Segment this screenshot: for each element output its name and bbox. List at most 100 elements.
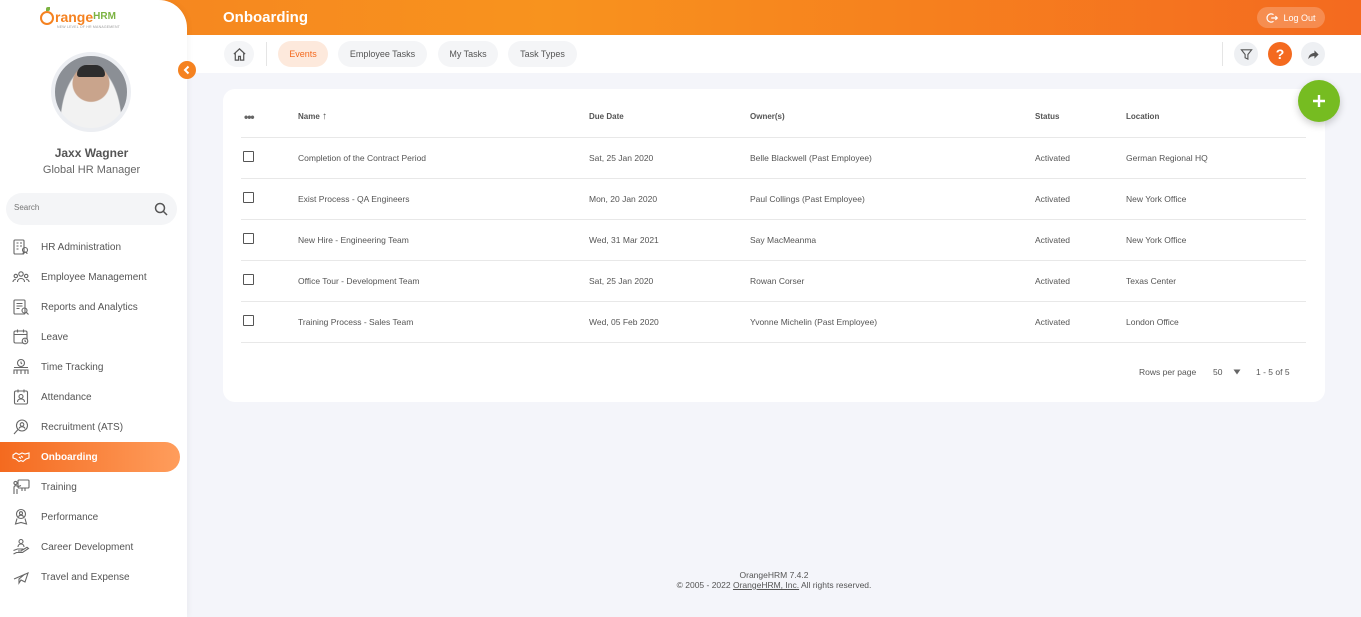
help-button[interactable]: ? bbox=[1268, 42, 1292, 66]
sidebar-item-label: Training bbox=[41, 481, 77, 493]
cell-name: Exist Process - QA Engineers bbox=[298, 178, 589, 220]
row-checkbox[interactable] bbox=[243, 192, 254, 203]
subnav-divider bbox=[1222, 42, 1223, 66]
rows-per-page-label: Rows per page bbox=[1139, 367, 1197, 377]
sidebar-item-label: Onboarding bbox=[41, 451, 98, 463]
attendance-icon bbox=[13, 389, 29, 405]
table-row[interactable]: Completion of the Contract Period Sat, 2… bbox=[241, 137, 1306, 179]
column-header-location[interactable]: Location bbox=[1126, 97, 1306, 138]
tab-employee-tasks[interactable]: Employee Tasks bbox=[338, 41, 427, 67]
sidebar-item-training[interactable]: Training bbox=[0, 472, 187, 502]
cell-due-date: Wed, 05 Feb 2020 bbox=[589, 301, 750, 343]
performance-icon bbox=[14, 508, 28, 525]
avatar[interactable] bbox=[51, 52, 131, 132]
column-header-owners[interactable]: Owner(s) bbox=[750, 97, 1035, 138]
table-row[interactable]: Training Process - Sales Team Wed, 05 Fe… bbox=[241, 301, 1306, 343]
sidebar-item-label: Attendance bbox=[41, 391, 92, 403]
sidebar-item-career-development[interactable]: Career Development bbox=[0, 532, 187, 562]
sort-ascending-icon[interactable]: ↑ bbox=[322, 111, 327, 122]
leave-icon bbox=[13, 329, 29, 345]
sidebar-item-leave[interactable]: Leave bbox=[0, 322, 187, 352]
sidebar-item-label: Time Tracking bbox=[41, 361, 104, 373]
pagination-range: 1 - 5 of 5 bbox=[1256, 367, 1290, 377]
time-tracking-icon bbox=[13, 358, 29, 374]
tab-my-tasks[interactable]: My Tasks bbox=[438, 41, 498, 67]
cell-owners: Belle Blackwell (Past Employee) bbox=[750, 137, 1035, 179]
sidebar-item-attendance[interactable]: Attendance bbox=[0, 382, 187, 412]
logo-suffix: HRM bbox=[93, 11, 116, 22]
search-input[interactable] bbox=[14, 203, 144, 212]
events-table: ••• Name ↑ Due Date Owner(s) Status Loca… bbox=[241, 97, 1306, 343]
user-name: Jaxx Wagner bbox=[54, 146, 129, 160]
column-header-name[interactable]: Name ↑ bbox=[298, 97, 589, 138]
plus-icon bbox=[1313, 95, 1325, 107]
sidebar-item-reports[interactable]: Reports and Analytics bbox=[0, 292, 187, 322]
sidebar-item-label: Performance bbox=[41, 511, 99, 523]
column-header-status[interactable]: Status bbox=[1035, 97, 1126, 138]
copyright-prefix: © 2005 - 2022 bbox=[676, 580, 733, 590]
share-button[interactable] bbox=[1301, 42, 1325, 66]
rows-per-page-value: 50 bbox=[1213, 367, 1223, 377]
filter-button[interactable] bbox=[1234, 42, 1258, 66]
travel-icon bbox=[13, 572, 29, 585]
column-actions[interactable]: ••• bbox=[241, 97, 298, 138]
logo-tagline: NEW LEVEL OF HR MANAGEMENT bbox=[57, 25, 121, 29]
cell-status: Activated bbox=[1035, 301, 1126, 343]
cell-due-date: Sat, 25 Jan 2020 bbox=[589, 137, 750, 179]
row-checkbox[interactable] bbox=[243, 315, 254, 326]
sidebar-collapse-button[interactable] bbox=[178, 61, 196, 79]
career-icon bbox=[13, 538, 30, 555]
recruitment-icon bbox=[13, 419, 29, 435]
sub-navigation: Events Employee Tasks My Tasks Task Type… bbox=[187, 35, 1361, 73]
home-button[interactable] bbox=[224, 41, 254, 67]
sidebar-item-label: Leave bbox=[41, 331, 69, 343]
sidebar-item-label: Career Development bbox=[41, 541, 134, 553]
column-header-due-date[interactable]: Due Date bbox=[589, 97, 750, 138]
search-icon[interactable] bbox=[152, 200, 170, 218]
row-checkbox[interactable] bbox=[243, 274, 254, 285]
logout-button[interactable]: Log Out bbox=[1257, 7, 1325, 28]
cell-owners: Yvonne Michelin (Past Employee) bbox=[750, 301, 1035, 343]
tab-events[interactable]: Events bbox=[278, 41, 328, 67]
column-header-label: Location bbox=[1126, 112, 1160, 122]
cell-status: Activated bbox=[1035, 219, 1126, 261]
company-link[interactable]: OrangeHRM, Inc. bbox=[733, 580, 799, 590]
sidebar-item-time-tracking[interactable]: Time Tracking bbox=[0, 352, 187, 382]
row-checkbox[interactable] bbox=[243, 233, 254, 244]
sidebar-item-travel-expense[interactable]: Travel and Expense bbox=[0, 562, 187, 592]
logout-icon bbox=[1266, 12, 1279, 23]
orangehrm-logo[interactable]: range HRM NEW LEVEL OF HR MANAGEMENT bbox=[40, 7, 120, 30]
chevron-left-icon bbox=[183, 65, 190, 75]
table-row[interactable]: New Hire - Engineering Team Wed, 31 Mar … bbox=[241, 219, 1306, 261]
sidebar-item-onboarding[interactable]: Onboarding bbox=[0, 442, 180, 472]
events-card: ••• Name ↑ Due Date Owner(s) Status Loca… bbox=[223, 89, 1325, 402]
more-options-icon[interactable]: ••• bbox=[244, 110, 255, 124]
copyright-suffix: All rights reserved. bbox=[799, 580, 872, 590]
sidebar-item-label: Travel and Expense bbox=[41, 571, 130, 583]
page-title: Onboarding bbox=[223, 9, 308, 26]
sidebar-item-recruitment[interactable]: Recruitment (ATS) bbox=[0, 412, 187, 442]
row-checkbox[interactable] bbox=[243, 151, 254, 162]
rows-per-page-select[interactable]: 50 bbox=[1213, 367, 1241, 377]
sidebar: range HRM NEW LEVEL OF HR MANAGEMENT Jax… bbox=[0, 0, 187, 617]
filter-icon bbox=[1239, 48, 1253, 60]
sidebar-item-label: Reports and Analytics bbox=[41, 301, 138, 313]
tab-label: Employee Tasks bbox=[349, 49, 416, 59]
cell-owners: Say MacMeanma bbox=[750, 219, 1035, 261]
footer: OrangeHRM 7.4.2 © 2005 - 2022 OrangeHRM,… bbox=[187, 570, 1361, 590]
table-row[interactable]: Exist Process - QA Engineers Mon, 20 Jan… bbox=[241, 178, 1306, 220]
tab-label: My Tasks bbox=[449, 49, 487, 59]
tab-label: Task Types bbox=[520, 49, 565, 59]
tab-task-types[interactable]: Task Types bbox=[508, 41, 577, 67]
sidebar-item-employee-management[interactable]: Employee Management bbox=[0, 262, 187, 292]
table-row[interactable]: Office Tour - Development Team Sat, 25 J… bbox=[241, 260, 1306, 302]
column-header-label: Status bbox=[1035, 112, 1060, 122]
add-event-button[interactable] bbox=[1298, 80, 1340, 122]
cell-owners: Rowan Corser bbox=[750, 260, 1035, 302]
sidebar-search bbox=[6, 193, 177, 225]
sidebar-item-performance[interactable]: Performance bbox=[0, 502, 187, 532]
cell-status: Activated bbox=[1035, 260, 1126, 302]
cell-location: London Office bbox=[1126, 301, 1306, 343]
sidebar-item-hr-administration[interactable]: HR Administration bbox=[0, 232, 187, 262]
home-icon bbox=[232, 47, 246, 61]
